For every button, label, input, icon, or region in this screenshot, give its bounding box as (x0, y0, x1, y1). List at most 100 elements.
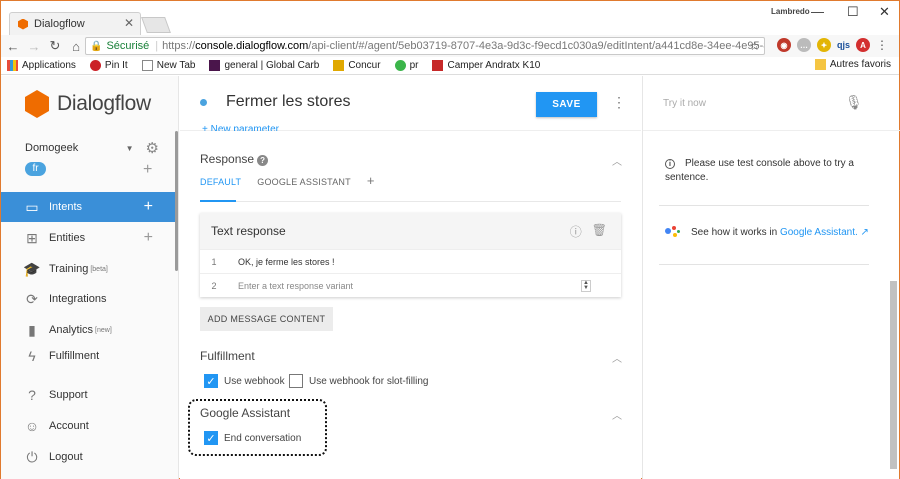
graduation-cap-icon: 🎓 (23, 260, 41, 277)
extension-record-icon[interactable]: ◉ (777, 38, 791, 52)
page-scrollbar[interactable] (890, 281, 897, 469)
beta-badge: [beta] (90, 265, 108, 273)
concur-icon (333, 60, 345, 71)
sync-icon: ⟳ (26, 290, 38, 307)
google-assistant-link[interactable]: Google Assistant. (780, 227, 858, 238)
add-entity-icon[interactable]: + (144, 229, 153, 247)
divider (659, 205, 869, 206)
bookmark-newtab[interactable]: New Tab (141, 60, 195, 71)
extension-puzzle-icon[interactable]: ✦ (817, 38, 831, 52)
brand-logo[interactable]: Dialogflow (25, 90, 151, 118)
sidebar-item-analytics[interactable]: ▮ Analytics [new] (1, 315, 175, 345)
new-tab-button[interactable] (141, 17, 171, 33)
gear-icon[interactable]: ⚙ (146, 139, 159, 157)
try-it-input[interactable]: Try it now (663, 98, 706, 109)
power-icon: ⏻ (26, 448, 38, 465)
sidebar-item-integrations[interactable]: ⟳ Integrations (1, 284, 175, 314)
save-button[interactable]: SAVE (536, 92, 597, 117)
minimize-icon[interactable]: — (811, 4, 824, 19)
browser-menu-icon[interactable]: ⋮ (876, 38, 888, 52)
extension-chat-icon[interactable]: … (797, 38, 811, 52)
sidebar-item-label: Fulfillment (49, 350, 100, 362)
new-parameter-link[interactable]: + New parameter (202, 124, 279, 131)
sidebar-item-training[interactable]: 🎓 Training [beta] (1, 254, 175, 284)
bookmark-applications[interactable]: Applications (7, 60, 76, 71)
checkbox-label: Use webhook (224, 375, 285, 387)
response-text[interactable]: OK, je ferme les stores ! (228, 257, 335, 267)
bar-chart-icon: ▮ (28, 321, 36, 338)
forward-icon[interactable]: → (25, 39, 43, 54)
home-icon[interactable]: ⌂ (67, 39, 85, 54)
bookmark-concur[interactable]: Concur (333, 60, 381, 71)
address-bar[interactable]: 🔒 Sécurisé | https://console.dialogflow.… (85, 37, 765, 55)
bookmark-other[interactable]: Autres favoris (814, 59, 891, 70)
use-webhook-checkbox[interactable]: ✓ Use webhook (204, 374, 285, 388)
reload-icon[interactable]: ↻ (46, 38, 64, 54)
close-window-icon[interactable]: ✕ (879, 4, 890, 20)
trash-icon[interactable]: 🗑 (592, 223, 607, 240)
browser-tab[interactable]: Dialogflow ✕ (9, 12, 141, 35)
sidebar-scrollbar[interactable] (175, 131, 178, 271)
extension-angular-icon[interactable]: A (856, 38, 871, 52)
sidebar-item-intents[interactable]: ▭ Intents + (1, 192, 175, 222)
tabs-divider (200, 201, 621, 202)
maximize-icon[interactable]: ☐ (847, 4, 859, 20)
browser-user-name[interactable]: Lambredo (771, 7, 810, 16)
sidebar-item-entities[interactable]: ⊞ Entities + (1, 223, 175, 253)
sidebar-item-logout[interactable]: ⏻ Logout (1, 442, 175, 472)
bookmark-camper[interactable]: Camper Andratx K10 (432, 60, 540, 71)
response-row[interactable]: 2 Enter a text response variant ▲ ▼ (200, 273, 621, 297)
help-icon[interactable]: ? (257, 155, 269, 166)
bookmark-pinit[interactable]: Pin It (89, 60, 128, 71)
help-circle-icon[interactable]: ⓘ (570, 223, 582, 240)
collapse-google-assistant-icon[interactable]: ︿ (612, 407, 622, 422)
browser-window: Dialogflow ✕ Lambredo — ☐ ✕ ← → ↻ ⌂ 🔒 Sé… (0, 0, 900, 479)
agent-name: Domogeek (25, 142, 79, 154)
bookmark-general[interactable]: general | Global Carb (209, 60, 319, 71)
checkbox-unchecked-icon[interactable] (289, 374, 303, 388)
chevron-down-icon[interactable]: ▼ (126, 144, 134, 153)
account-icon: ☺ (24, 418, 40, 434)
bookmark-pr[interactable]: pr (394, 60, 418, 71)
tab-google-assistant[interactable]: GOOGLE ASSISTANT (257, 177, 351, 188)
extension-icons: ◉ … ✦ qjs A ⋮ (777, 38, 888, 52)
hierarchy-icon: ⊞ (26, 229, 38, 246)
divider (659, 264, 869, 265)
external-link-icon[interactable]: ↗ (861, 227, 869, 238)
add-intent-icon[interactable]: + (144, 198, 153, 216)
sidebar-item-support[interactable]: ? Support (1, 380, 175, 410)
response-variant-input[interactable]: Enter a text response variant (228, 281, 353, 291)
brand-name: Dialogflow (57, 92, 151, 115)
add-language-icon[interactable]: + (143, 161, 152, 179)
apps-grid-icon (7, 60, 18, 71)
add-message-content-button[interactable]: ADD MESSAGE CONTENT (200, 307, 333, 331)
bookmark-star-icon[interactable]: ☆ (749, 39, 760, 53)
stepper-icon[interactable]: ▲ ▼ (581, 280, 591, 292)
back-icon[interactable]: ← (4, 39, 22, 54)
page-icon (141, 60, 153, 71)
intent-title[interactable]: Fermer les stores (226, 93, 350, 111)
extension-qjs-icon[interactable]: qjs (837, 40, 850, 50)
response-row[interactable]: 1 OK, je ferme les stores ! (200, 249, 621, 273)
row-number: 1 (211, 256, 217, 267)
new-badge: [new] (95, 326, 112, 334)
microphone-icon[interactable]: 🎙 (845, 94, 863, 111)
use-webhook-slot-filling-checkbox[interactable]: Use webhook for slot-filling (289, 374, 429, 388)
checkbox-checked-icon[interactable]: ✓ (204, 374, 218, 388)
more-options-icon[interactable]: ⋮ (612, 94, 626, 111)
pr-icon (394, 60, 406, 71)
collapse-fulfillment-icon[interactable]: ︿ (612, 350, 622, 365)
sidebar-item-fulfillment[interactable]: ϟ Fulfillment (1, 346, 175, 366)
lock-icon: 🔒 (90, 40, 103, 52)
tab-title: Dialogflow (34, 18, 85, 30)
add-tab-icon[interactable]: + (367, 173, 375, 188)
camper-icon (432, 60, 444, 71)
sidebar-item-account[interactable]: ☺ Account (1, 411, 175, 441)
tab-default[interactable]: DEFAULT (200, 177, 241, 188)
close-tab-icon[interactable]: ✕ (124, 16, 134, 30)
try-it-header: Try it now 🎙 (643, 76, 900, 131)
language-chip[interactable]: fr (25, 162, 46, 176)
dialogflow-favicon-icon (18, 18, 28, 30)
collapse-response-icon[interactable]: ︿ (612, 153, 622, 168)
agent-selector[interactable]: Domogeek ▼ ⚙ (25, 139, 159, 157)
